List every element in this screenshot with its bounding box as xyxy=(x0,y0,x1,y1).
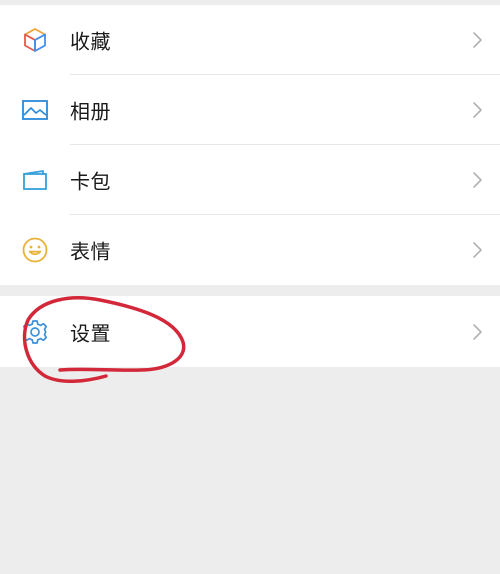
chevron-right-icon xyxy=(473,242,482,258)
menu-item-label: 相册 xyxy=(70,99,111,124)
card-wallet-icon xyxy=(20,165,50,195)
chevron-right-icon xyxy=(473,102,482,118)
menu-item-settings[interactable]: 设置 xyxy=(0,296,500,367)
menu-item-label: 设置 xyxy=(70,321,111,345)
chevron-right-icon xyxy=(473,172,482,188)
menu-group-settings: 设置 xyxy=(0,296,500,367)
settings-menu-screen: { "menu": { "items": [ { "label": "收藏", … xyxy=(0,0,500,574)
group-spacer xyxy=(0,285,500,296)
settings-gear-icon xyxy=(20,317,50,347)
menu-item-favorites[interactable]: 收藏 xyxy=(0,5,500,75)
menu-item-label: 卡包 xyxy=(70,169,111,194)
menu-item-cards[interactable]: 卡包 xyxy=(0,145,500,215)
menu-item-album[interactable]: 相册 xyxy=(0,75,500,145)
emoji-smile-icon xyxy=(20,235,50,265)
menu-group-main: 收藏 相册 卡包 表情 xyxy=(0,5,500,285)
chevron-right-icon xyxy=(473,323,482,340)
menu-item-label: 收藏 xyxy=(70,29,111,54)
menu-item-stickers[interactable]: 表情 xyxy=(0,215,500,285)
menu-item-label: 表情 xyxy=(70,239,111,264)
favorites-cube-icon xyxy=(20,25,50,55)
album-picture-icon xyxy=(20,95,50,125)
chevron-right-icon xyxy=(473,32,482,48)
